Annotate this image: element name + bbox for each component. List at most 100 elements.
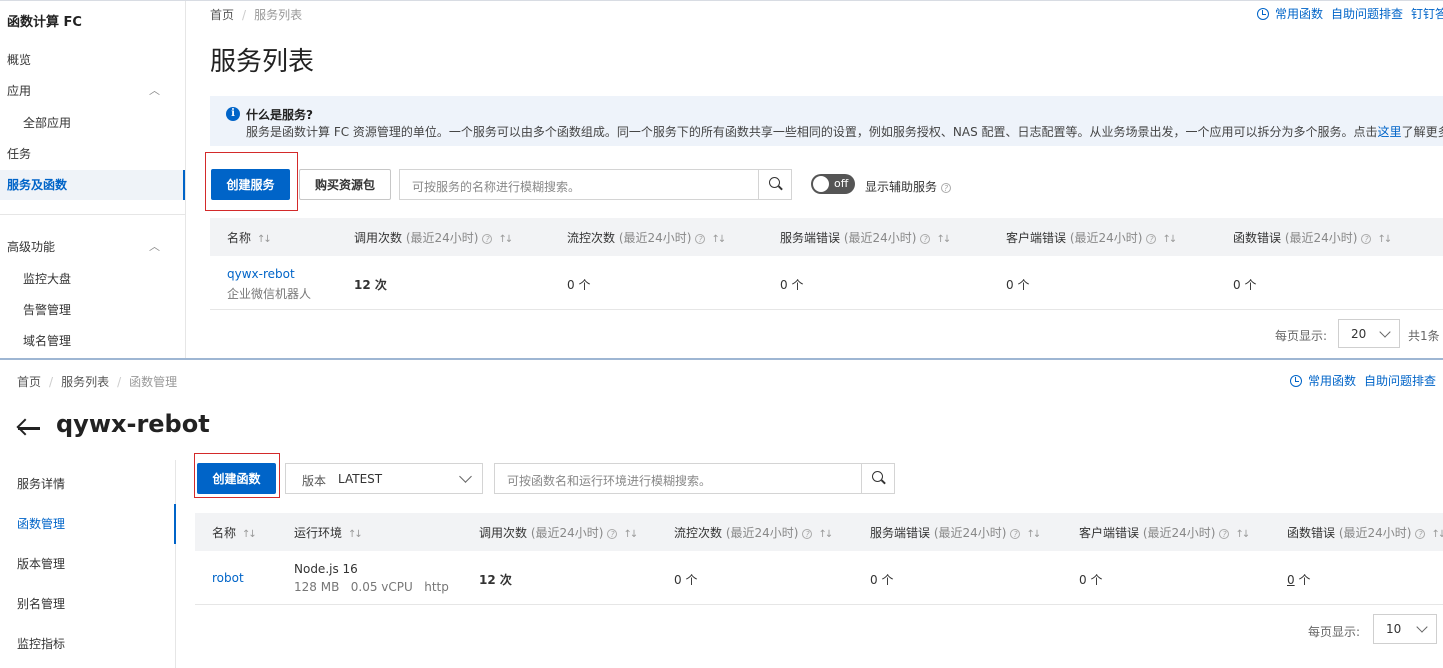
sidebar-item-monitoring-metrics[interactable]: 监控指标: [0, 624, 176, 664]
sidebar-item-tasks[interactable]: 任务: [0, 139, 185, 169]
function-errors-unit: 个: [1294, 573, 1311, 587]
search-input[interactable]: 可按服务的名称进行模糊搜索。: [412, 178, 580, 195]
col-calls[interactable]: 调用次数 (最近24小时)? ↑↓: [354, 229, 513, 246]
page-size-select[interactable]: 20: [1338, 319, 1400, 348]
sort-icon: ↑↓: [257, 234, 272, 245]
sidebar-item-service-details[interactable]: 服务详情: [0, 464, 176, 504]
info-text-body: 服务是函数计算 FC 资源管理的单位。一个服务可以由多个函数组成。同一个服务下的…: [246, 125, 1378, 139]
function-name-link[interactable]: robot: [212, 571, 244, 585]
chevron-up-icon[interactable]: ︿: [149, 76, 163, 106]
sidebar-item-advanced[interactable]: 高级功能 ︿: [0, 232, 185, 262]
throttles-value: 0 个: [567, 278, 591, 292]
sidebar-title: 函数计算 FC: [7, 15, 82, 30]
sidebar-item-alias-management[interactable]: 别名管理: [0, 584, 176, 624]
create-service-button[interactable]: 创建服务: [211, 169, 290, 200]
chevron-down-icon: [459, 470, 472, 483]
version-select[interactable]: 版本 LATEST: [285, 463, 483, 494]
server-errors-value: 0 个: [780, 278, 804, 292]
breadcrumb-home[interactable]: 首页: [17, 375, 41, 389]
sidebar-item-all-applications[interactable]: 全部应用: [0, 108, 185, 138]
col-client-errors[interactable]: 客户端错误 (最近24小时)? ↑↓: [1079, 524, 1250, 541]
total-count: 共1条: [1408, 329, 1440, 343]
toggle-knob: [813, 176, 829, 192]
learn-more-link[interactable]: 这里: [1378, 125, 1402, 139]
sidebar-item-domains[interactable]: 域名管理: [0, 326, 185, 356]
sidebar-item-function-management[interactable]: 函数管理: [0, 504, 176, 544]
sort-icon: ↑↓: [623, 529, 638, 540]
clock-icon: [1290, 375, 1302, 387]
toggle-label: 显示辅助服务?: [865, 178, 952, 195]
sidebar-divider: [0, 214, 185, 215]
help-icon: ?: [482, 234, 493, 244]
service-search: 可按服务的名称进行模糊搜索。: [399, 169, 792, 200]
col-server-errors[interactable]: 服务端错误 (最近24小时)? ↑↓: [870, 524, 1041, 541]
sort-icon: ↑↓: [498, 234, 513, 245]
col-throttles[interactable]: 流控次数 (最近24小时)? ↑↓: [567, 229, 726, 246]
sidebar-item-label: 概览: [7, 53, 32, 67]
help-icon: ?: [1010, 529, 1021, 539]
help-icon: ?: [920, 234, 931, 244]
help-icon: ?: [802, 529, 813, 539]
table-row: qywx-rebot 企业微信机器人 12 次 0 个 0 个 0 个 0 个: [210, 256, 1443, 310]
chevron-down-icon: [1416, 621, 1428, 633]
service-sidebar: 服务详情 函数管理 版本管理 别名管理 监控指标: [0, 460, 176, 668]
fc-sidebar: 函数计算 FC 概览 应用 ︿ 全部应用 任务 服务及函数 高级功能 ︿ 监控大盘 …: [0, 1, 186, 358]
help-icon: ?: [695, 234, 706, 244]
page-size-value: 10: [1386, 622, 1402, 636]
col-client-errors[interactable]: 客户端错误 (最近24小时)? ↑↓: [1006, 229, 1177, 246]
common-functions-link[interactable]: 常用函数: [1257, 7, 1323, 21]
info-title: 什么是服务?: [246, 108, 313, 122]
chevron-up-icon[interactable]: ︿: [149, 232, 163, 262]
sidebar-item-label: 域名管理: [23, 334, 72, 348]
help-icon: ?: [1361, 234, 1372, 244]
page-size-select[interactable]: 10: [1373, 614, 1437, 644]
breadcrumb-current: 服务列表: [254, 8, 303, 22]
create-function-button[interactable]: 创建函数: [197, 463, 276, 494]
search-input[interactable]: 可按函数名和运行环境进行模糊搜索。: [507, 472, 711, 489]
runtime-spec: 128 MB 0.05 vCPU http: [294, 580, 449, 594]
sidebar-item-services-functions[interactable]: 服务及函数: [0, 170, 185, 200]
self-troubleshoot-link[interactable]: 自助问题排查: [1331, 7, 1403, 21]
breadcrumb-home[interactable]: 首页: [210, 8, 234, 22]
breadcrumb-current: 函数管理: [129, 375, 178, 389]
version-value: LATEST: [338, 472, 383, 486]
version-label: 版本: [302, 474, 327, 488]
search-button[interactable]: [861, 464, 894, 493]
col-function-errors[interactable]: 函数错误 (最近24小时)? ↑↓: [1287, 524, 1443, 541]
back-arrow-icon[interactable]: [16, 418, 40, 438]
search-button[interactable]: [758, 170, 791, 199]
table-row: robot Node.js 16 128 MB 0.05 vCPU http 1…: [195, 551, 1443, 605]
service-name-link[interactable]: qywx-rebot: [227, 267, 295, 281]
col-server-errors[interactable]: 服务端错误 (最近24小时)? ↑↓: [780, 229, 951, 246]
sidebar-item-label: 应用: [7, 84, 32, 98]
page-size-label: 每页显示:: [1275, 329, 1328, 343]
function-management-screen: 首页 / 服务列表 / 函数管理 常用函数 自助问题排查 qywx-rebot 服务详情 …: [0, 358, 1443, 668]
search-icon: [769, 177, 780, 188]
common-functions-link[interactable]: 常用函数: [1290, 374, 1356, 388]
top-links: 常用函数 自助问题排查: [1290, 372, 1443, 389]
sidebar-item-label: 任务: [7, 147, 32, 161]
client-errors-value: 0 个: [1006, 278, 1030, 292]
col-function-errors[interactable]: 函数错误 (最近24小时)? ↑↓: [1233, 229, 1392, 246]
col-name[interactable]: 名称 ↑↓: [212, 524, 257, 541]
sort-icon: ↑↓: [1026, 529, 1041, 540]
breadcrumb: 首页 / 服务列表: [210, 8, 303, 22]
sidebar-item-applications[interactable]: 应用 ︿: [0, 76, 185, 106]
self-troubleshoot-link[interactable]: 自助问题排查: [1364, 374, 1436, 388]
auxiliary-services-toggle[interactable]: off: [811, 174, 855, 194]
top-links: 常用函数自助问题排查钉钉答: [1257, 5, 1443, 22]
sidebar-item-version-management[interactable]: 版本管理: [0, 544, 176, 584]
sidebar-item-alarms[interactable]: 告警管理: [0, 295, 185, 325]
help-icon[interactable]: ?: [941, 183, 952, 193]
sidebar-item-overview[interactable]: 概览: [0, 45, 185, 75]
dingtalk-link[interactable]: 钉钉答: [1411, 7, 1443, 21]
function-errors-link[interactable]: 0: [1287, 573, 1295, 587]
col-name[interactable]: 名称 ↑↓: [227, 229, 272, 246]
col-throttles[interactable]: 流控次数 (最近24小时)? ↑↓: [674, 524, 833, 541]
buy-resource-pack-button[interactable]: 购买资源包: [299, 169, 391, 200]
col-calls[interactable]: 调用次数 (最近24小时)? ↑↓: [479, 524, 638, 541]
breadcrumb-service-list[interactable]: 服务列表: [61, 375, 109, 389]
sidebar-item-monitoring-dashboard[interactable]: 监控大盘: [0, 264, 185, 294]
col-runtime[interactable]: 运行环境 ↑↓: [294, 524, 363, 541]
sidebar-item-label: 服务及函数: [7, 178, 68, 192]
